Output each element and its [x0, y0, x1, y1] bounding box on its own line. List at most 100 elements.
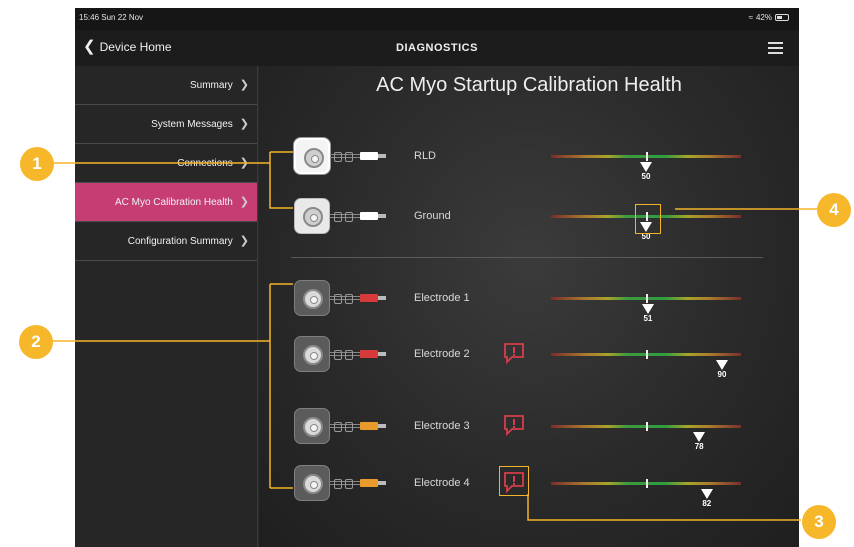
calibration-panel: AC Myo Startup Calibration Health RLD 50: [259, 66, 799, 547]
electrode-label: Electrode 2: [414, 348, 470, 360]
lead-plug-icon: [360, 479, 378, 487]
electrode-label: Electrode 4: [414, 477, 470, 489]
gauge-value: 50: [641, 172, 651, 181]
sidebar-item-label: Configuration Summary: [127, 236, 233, 247]
gauge-center-tick: [646, 350, 648, 359]
gauge-value: 78: [694, 442, 704, 451]
gauge-value: 50: [641, 232, 651, 241]
marker-triangle-icon: [693, 432, 706, 442]
annotated-screenshot: 15:46 Sun 22 Nov ≈ 42% ❮ Device Home DIA…: [0, 0, 854, 547]
wifi-icon: ≈: [748, 13, 753, 22]
gauge-value: 51: [643, 314, 653, 323]
plug-tip-icon: [378, 154, 386, 158]
chevron-right-icon: ❯: [239, 157, 249, 169]
marker-triangle-icon: [716, 360, 728, 370]
marker-triangle-icon: [641, 304, 654, 314]
gauge-marker: 82: [697, 489, 717, 508]
status-time: 15:46 Sun 22 Nov: [79, 13, 144, 22]
status-bar: 15:46 Sun 22 Nov ≈ 42%: [75, 8, 799, 30]
marker-triangle-icon: [640, 162, 652, 172]
electrode-label: Ground: [414, 210, 451, 222]
sidebar-item-system-messages[interactable]: System Messages ❯: [75, 105, 257, 144]
marker-triangle-icon: [640, 222, 652, 232]
lead-plug-icon: [360, 422, 378, 430]
chevron-right-icon: ❯: [239, 196, 249, 208]
electrode-pad-icon: [294, 198, 330, 234]
electrode-pad-icon: [294, 138, 330, 174]
gauge-center-tick: [646, 212, 648, 221]
warning-icon[interactable]: [503, 414, 525, 436]
gauge-value: 90: [717, 370, 727, 379]
plug-tip-icon: [378, 352, 386, 356]
cable-icon: [330, 152, 360, 162]
electrode-row-4: Electrode 4 82: [259, 465, 799, 508]
electrode-pad-icon: [294, 465, 330, 501]
calibration-gauge: 90: [551, 350, 741, 379]
cable-icon: [330, 350, 360, 360]
electrode-row-2: Electrode 2 90: [259, 336, 799, 379]
tablet-screen: 15:46 Sun 22 Nov ≈ 42% ❮ Device Home DIA…: [75, 8, 799, 547]
cable-icon: [330, 422, 360, 432]
electrode-pad-icon: [294, 408, 330, 444]
cable-icon: [330, 212, 360, 222]
gauge-marker: 50: [636, 222, 656, 241]
warning-icon[interactable]: [503, 471, 525, 493]
gauge-marker: 78: [689, 432, 709, 451]
cable-icon: [330, 479, 360, 489]
gauge-center-tick: [646, 294, 648, 303]
battery-indicator: ≈ 42%: [749, 13, 789, 22]
lead-plug-icon: [360, 350, 378, 358]
hamburger-menu-icon[interactable]: [768, 42, 783, 54]
gauge-marker: 51: [638, 304, 658, 323]
lead-plug-icon: [360, 152, 378, 160]
electrode-label: Electrode 3: [414, 420, 470, 432]
lead-plug-icon: [360, 294, 378, 302]
sidebar-item-summary[interactable]: Summary ❯: [75, 66, 257, 105]
calibration-gauge: 51: [551, 294, 741, 323]
electrode-row-3: Electrode 3 78: [259, 408, 799, 451]
marker-triangle-icon: [700, 489, 713, 499]
gauge-center-tick: [646, 152, 648, 161]
lead-plug-icon: [360, 212, 378, 220]
calibration-gauge: 50: [551, 152, 741, 181]
warning-icon[interactable]: [503, 342, 525, 364]
electrode-row-ground: Ground 50: [259, 198, 799, 241]
divider: [291, 257, 763, 258]
callout-badge-1: 1: [20, 147, 54, 181]
sidebar-item-configuration-summary[interactable]: Configuration Summary ❯: [75, 222, 257, 261]
sidebar-item-label: Connections: [177, 158, 233, 169]
gauge-marker: 50: [636, 162, 656, 181]
sidebar-item-label: Summary: [189, 80, 233, 91]
battery-percent: 42%: [755, 13, 772, 22]
gauge-center-tick: [646, 479, 648, 488]
callout-badge-3: 3: [802, 505, 836, 539]
chevron-right-icon: ❯: [239, 235, 249, 247]
calibration-gauge: 78: [551, 422, 741, 451]
sidebar-item-connections[interactable]: Connections ❯: [75, 144, 257, 183]
chevron-right-icon: ❯: [239, 79, 249, 91]
battery-icon: [775, 14, 789, 21]
electrode-pad-icon: [294, 280, 330, 316]
gauge-marker: 90: [712, 360, 732, 379]
electrode-label: RLD: [414, 150, 437, 162]
plug-tip-icon: [378, 424, 386, 428]
calibration-gauge: 82: [551, 479, 741, 508]
page-header-title: DIAGNOSTICS: [396, 42, 478, 54]
plug-tip-icon: [378, 214, 386, 218]
electrode-pad-icon: [294, 336, 330, 372]
cable-icon: [330, 294, 360, 304]
callout-badge-4: 4: [817, 193, 851, 227]
electrode-row-1: Electrode 1 51: [259, 280, 799, 323]
sidebar-item-ac-myo-calibration-health[interactable]: AC Myo Calibration Health ❯: [75, 183, 257, 222]
chevron-right-icon: ❯: [239, 118, 249, 130]
sidebar-item-label: System Messages: [151, 119, 233, 130]
plug-tip-icon: [378, 296, 386, 300]
calibration-gauge: 50: [551, 204, 741, 241]
gauge-value: 82: [702, 499, 712, 508]
nav-bar: ❮ Device Home DIAGNOSTICS: [75, 30, 799, 66]
electrode-row-rld: RLD 50: [259, 138, 799, 181]
sidebar-item-label: AC Myo Calibration Health: [114, 197, 233, 208]
plug-tip-icon: [378, 481, 386, 485]
gauge-center-tick: [646, 422, 648, 431]
sidebar: Summary ❯ System Messages ❯ Connections ❯ A…: [75, 66, 258, 547]
